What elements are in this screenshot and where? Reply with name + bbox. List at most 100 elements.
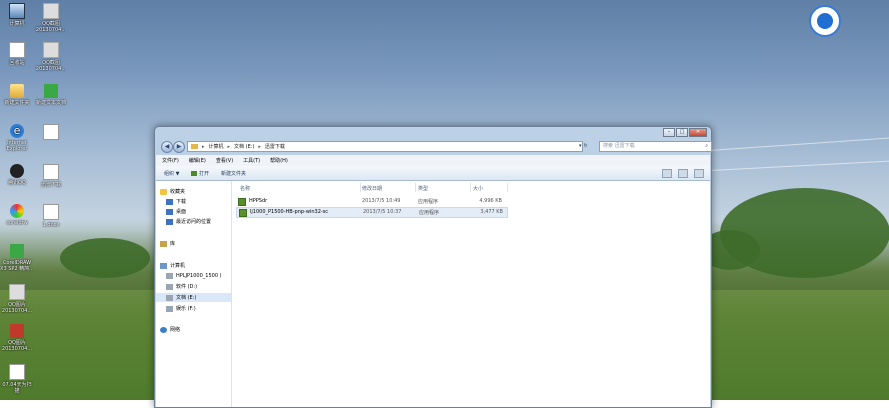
file-size: 4,996 KB bbox=[479, 198, 502, 204]
document-icon bbox=[44, 84, 58, 98]
nav-label: 最近访问的位置 bbox=[176, 219, 212, 225]
file-list: 名称 修改日期 类型 大小 HPPSdr 2013/7/5 10:49 应用程序… bbox=[232, 181, 710, 407]
nav-network[interactable]: 网络 bbox=[160, 325, 235, 334]
star-icon bbox=[160, 188, 167, 195]
file-date: 2013/7/5 10:49 bbox=[362, 198, 401, 204]
maximize-button[interactable]: □ bbox=[676, 128, 688, 137]
nav-recent[interactable]: 最近访问的位置 bbox=[166, 217, 241, 226]
app-badge-icon[interactable] bbox=[809, 5, 841, 37]
open-icon bbox=[191, 170, 198, 176]
nav-drive-f[interactable]: 娱乐 (F:) bbox=[166, 304, 241, 313]
file-date: 2013/7/5 10:37 bbox=[363, 209, 402, 215]
new-folder-button[interactable]: 新建文件夹 bbox=[221, 170, 246, 177]
breadcrumb-separator: ▸ bbox=[202, 143, 205, 150]
breadcrumb-computer[interactable]: 计算机 bbox=[209, 143, 224, 150]
desktop-icon-label: 1.docx bbox=[42, 222, 60, 228]
desktop-icon-label: 计算机 bbox=[9, 21, 25, 27]
desktop-icon-qq-screenshot[interactable]: QQ截图 20130704... bbox=[34, 42, 68, 72]
explorer-window[interactable]: – □ ✕ ◀ ▶ ▸ 计算机 ▸ 文档 (E:) ▸ 迅雷下载 ▾ ↻ 搜索 … bbox=[154, 126, 712, 408]
file-row[interactable]: HPPSdr 2013/7/5 10:49 应用程序 4,996 KB bbox=[236, 197, 506, 206]
desktop-icon-computer[interactable]: 计算机 bbox=[0, 3, 34, 27]
nav-label: 库 bbox=[170, 241, 176, 247]
column-separator bbox=[360, 183, 361, 192]
desktop-icon-recycle-bin[interactable]: 回收站 bbox=[0, 42, 34, 66]
menu-file[interactable]: 文件(F) bbox=[162, 157, 179, 164]
nav-label: 收藏夹 bbox=[170, 189, 186, 195]
preview-pane-icon[interactable] bbox=[678, 169, 688, 178]
address-bar[interactable]: ▸ 计算机 ▸ 文档 (E:) ▸ 迅雷下载 bbox=[187, 141, 583, 152]
desktop-icon-label: 新建文本文档 bbox=[35, 100, 66, 106]
folder-icon bbox=[10, 84, 24, 98]
close-button[interactable]: ✕ bbox=[689, 128, 707, 137]
desktop-icon-label: 腾讯QQ bbox=[8, 180, 26, 186]
refresh-icon[interactable]: ↻ bbox=[584, 143, 588, 149]
breadcrumb-separator: ▸ bbox=[258, 143, 261, 150]
desktop-icon-coreldraw-x3[interactable]: CorelDRAW X3 SP2 精简... bbox=[0, 244, 34, 272]
drive-icon bbox=[166, 294, 173, 301]
application-icon bbox=[239, 209, 247, 217]
image-icon bbox=[9, 284, 25, 300]
column-separator bbox=[415, 183, 416, 192]
menu-tools[interactable]: 工具(T) bbox=[243, 157, 260, 164]
menu-view[interactable]: 查看(V) bbox=[216, 157, 233, 164]
drive-icon bbox=[166, 305, 173, 312]
menu-edit[interactable]: 编辑(E) bbox=[189, 157, 206, 164]
tree bbox=[60, 238, 150, 278]
file-row[interactable]: lj1000_P1500-HB-pnp-win32-sc 2013/7/5 10… bbox=[236, 207, 508, 218]
download-folder-icon bbox=[166, 198, 173, 205]
desktop-icon-qq[interactable]: 腾讯QQ bbox=[0, 164, 34, 186]
desktop-icon-ie[interactable]: e Internet Explorer bbox=[0, 124, 34, 152]
file-name: lj1000_P1500-HB-pnp-win32-sc bbox=[250, 209, 329, 215]
nav-label: 计算机 bbox=[170, 263, 186, 269]
desktop-icon-docx[interactable]: 1.docx bbox=[34, 204, 68, 228]
desktop-icon-new-folder[interactable]: 新建文件夹 bbox=[0, 84, 34, 106]
nav-drive-hp[interactable]: HPLJP1000_1500 ( bbox=[166, 271, 241, 280]
nav-downloads[interactable]: 下载 bbox=[166, 197, 241, 206]
desktop-icon-label: QQ截图 20130704... bbox=[35, 21, 67, 33]
nav-label: 娱乐 (F:) bbox=[176, 306, 196, 312]
document-icon bbox=[43, 164, 59, 180]
menu-help[interactable]: 帮助(H) bbox=[270, 157, 288, 164]
help-icon[interactable] bbox=[694, 169, 704, 178]
view-controls bbox=[662, 169, 704, 178]
breadcrumb-drive-e[interactable]: 文档 (E:) bbox=[234, 143, 254, 150]
desktop-icon-qq-screenshot[interactable]: QQ截图 20130704... bbox=[34, 3, 68, 33]
computer-icon bbox=[9, 3, 25, 19]
nav-libraries[interactable]: 库 bbox=[160, 239, 235, 248]
nav-favorites[interactable]: 收藏夹 bbox=[160, 187, 235, 196]
nav-label: 网络 bbox=[170, 327, 181, 333]
power-line bbox=[709, 160, 889, 171]
desktop-icon-qq-image[interactable]: QQ图片 20130704... bbox=[0, 284, 34, 314]
open-label: 打开 bbox=[199, 170, 210, 177]
desktop-icon-label: 回收站 bbox=[9, 60, 25, 66]
search-input[interactable]: 搜索 迅雷下载 ⌕ bbox=[599, 141, 712, 152]
desktop-icon-scan[interactable]: 07.04天为扫描 bbox=[0, 364, 34, 394]
open-button[interactable]: 打开 bbox=[191, 170, 209, 177]
search-icon: ⌕ bbox=[705, 143, 708, 149]
dropdown-icon[interactable]: ▾ bbox=[579, 143, 582, 149]
desktop-icon-new-text[interactable]: 新建文本文档 bbox=[34, 84, 68, 106]
desktop-icon-document[interactable] bbox=[34, 124, 68, 142]
ie-icon: e bbox=[10, 124, 24, 138]
column-header-size[interactable]: 大小 bbox=[473, 185, 483, 192]
nav-drive-d[interactable]: 软件 (D:) bbox=[166, 282, 241, 291]
nav-computer[interactable]: 计算机 bbox=[160, 261, 235, 270]
nav-label: 文档 (E:) bbox=[176, 295, 197, 301]
desktop-icon-thunder[interactable]: 迅雷下载 bbox=[34, 164, 68, 188]
application-icon bbox=[238, 198, 246, 206]
column-header-name[interactable]: 名称 bbox=[240, 185, 250, 192]
breadcrumb-folder[interactable]: 迅雷下载 bbox=[265, 143, 285, 150]
nav-desktop[interactable]: 桌面 bbox=[166, 207, 241, 216]
desktop-icon-label: 07.04天为扫描 bbox=[2, 382, 32, 394]
file-type: 应用程序 bbox=[419, 210, 440, 216]
forward-button[interactable]: ▶ bbox=[173, 141, 185, 153]
minimize-button[interactable]: – bbox=[663, 128, 675, 137]
nav-drive-e[interactable]: 文档 (E:) bbox=[156, 293, 231, 302]
column-header-date[interactable]: 修改日期 bbox=[362, 185, 382, 192]
column-header-type[interactable]: 类型 bbox=[418, 185, 428, 192]
view-options-icon[interactable] bbox=[662, 169, 672, 178]
back-button[interactable]: ◀ bbox=[161, 141, 173, 153]
organize-button[interactable]: 组织 ▼ bbox=[164, 170, 179, 177]
desktop-icon-coreldrw[interactable]: coreldrw bbox=[0, 204, 34, 226]
desktop-icon-qq-image[interactable]: QQ图片 20130704... bbox=[0, 324, 34, 352]
